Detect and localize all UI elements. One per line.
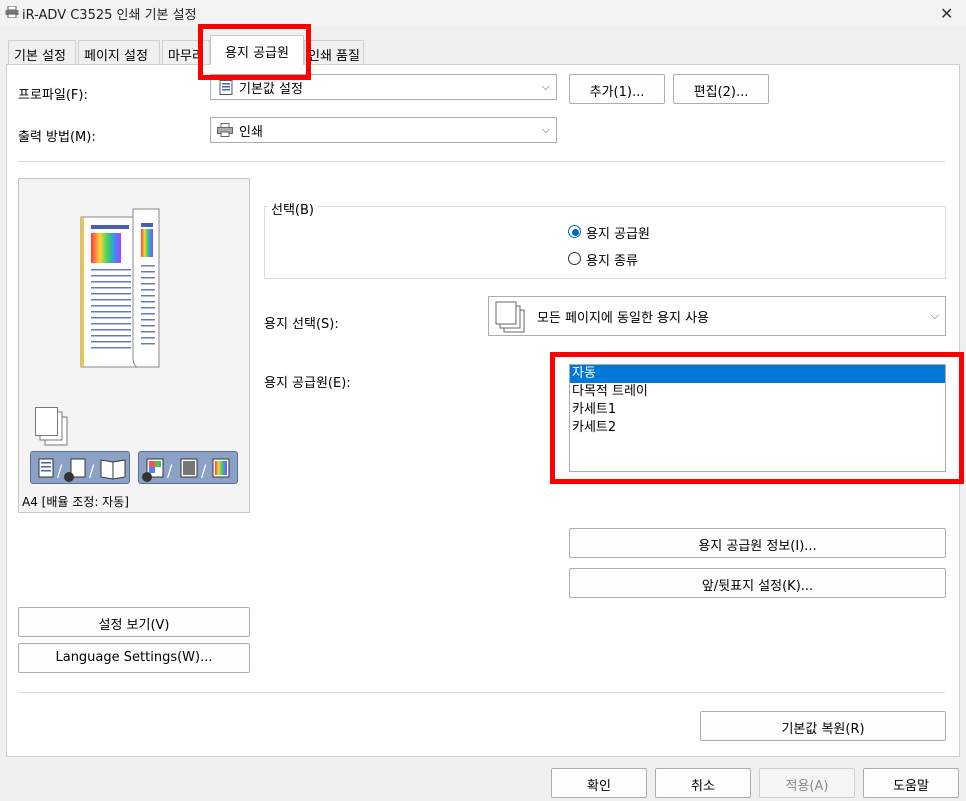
svg-text:/: / [201, 461, 207, 480]
svg-text:/: / [89, 461, 95, 480]
paper-source-label: 용지 공급원(E): [264, 376, 351, 391]
paper-select-combo[interactable]: 모든 페이지에 동일한 용지 사용 ⌵ [488, 296, 946, 336]
list-item[interactable]: 다목적 트레이 [570, 383, 945, 401]
tab-paper-source[interactable]: 용지 공급원 [210, 35, 304, 65]
color-mode-icon: / / [142, 458, 230, 482]
separator [18, 692, 945, 693]
close-icon[interactable]: ✕ [940, 4, 953, 23]
paper-select-value: 모든 페이지에 동일한 용지 사용 [537, 311, 710, 326]
chevron-down-icon: ⌵ [541, 80, 550, 93]
paper-source-listbox[interactable]: 자동 다목적 트레이 카세트1 카세트2 [569, 364, 946, 472]
copies-icon [35, 407, 68, 446]
profile-label: 프로파일(F): [18, 88, 88, 103]
radio-paper-type[interactable] [568, 252, 581, 265]
cancel-button[interactable]: 취소 [655, 768, 751, 798]
svg-text:/: / [57, 461, 63, 480]
page-layout-icon: / / [38, 458, 126, 482]
print-preview: / / / / A4 [배율 조정: 자동] [18, 178, 250, 513]
color-mode-button[interactable]: / / [138, 451, 238, 484]
tab-print-quality[interactable]: 인쇄 품질 [304, 40, 364, 64]
tab-finishing[interactable]: 마무리 [162, 40, 210, 64]
language-settings-button[interactable]: Language Settings(W)... [18, 643, 250, 673]
printer-icon [5, 6, 19, 18]
paper-stack-icon [495, 301, 525, 333]
chevron-down-icon: ⌵ [541, 123, 550, 136]
help-button[interactable]: 도움말 [863, 768, 959, 798]
list-item[interactable]: 자동 [570, 365, 945, 383]
profile-combo[interactable]: 기본값 설정 ⌵ [210, 74, 557, 100]
radio-paper-source[interactable] [568, 225, 581, 238]
selection-group-label: 선택(B) [268, 199, 317, 218]
restore-defaults-button[interactable]: 기본값 복원(R) [700, 711, 946, 741]
profile-icon [219, 80, 233, 95]
list-item[interactable]: 카세트2 [570, 419, 945, 437]
profile-value: 기본값 설정 [239, 82, 303, 97]
preview-status: A4 [배율 조정: 자동] [22, 495, 129, 509]
radio-paper-type-label[interactable]: 용지 종류 [586, 250, 638, 269]
cover-settings-button[interactable]: 앞/뒷표지 설정(K)... [569, 568, 946, 598]
output-method-value: 인쇄 [239, 125, 263, 140]
tab-basic-settings[interactable]: 기본 설정 [8, 40, 76, 64]
ok-button[interactable]: 확인 [551, 768, 647, 798]
radio-paper-source-label[interactable]: 용지 공급원 [586, 223, 650, 242]
edit-profile-button[interactable]: 편집(2)... [673, 74, 769, 104]
printer-icon [217, 123, 233, 137]
tab-page-settings[interactable]: 페이지 설정 [78, 40, 160, 64]
output-method-combo[interactable]: 인쇄 ⌵ [210, 117, 557, 143]
paper-select-label: 용지 선택(S): [264, 317, 339, 332]
view-settings-button[interactable]: 설정 보기(V) [18, 607, 250, 637]
chevron-down-icon: ⌵ [930, 309, 939, 322]
apply-button[interactable]: 적용(A) [759, 768, 855, 798]
window-title: iR-ADV C3525 인쇄 기본 설정 [22, 8, 197, 23]
svg-text:/: / [167, 461, 173, 480]
document-preview-icon [80, 208, 160, 368]
list-item[interactable]: 카세트1 [570, 401, 945, 419]
add-profile-button[interactable]: 추가(1)... [569, 74, 665, 104]
output-method-label: 출력 방법(M): [18, 130, 96, 145]
layout-mode-button[interactable]: / / [30, 451, 130, 484]
paper-source-info-button[interactable]: 용지 공급원 정보(I)... [569, 528, 946, 558]
separator [18, 161, 945, 162]
